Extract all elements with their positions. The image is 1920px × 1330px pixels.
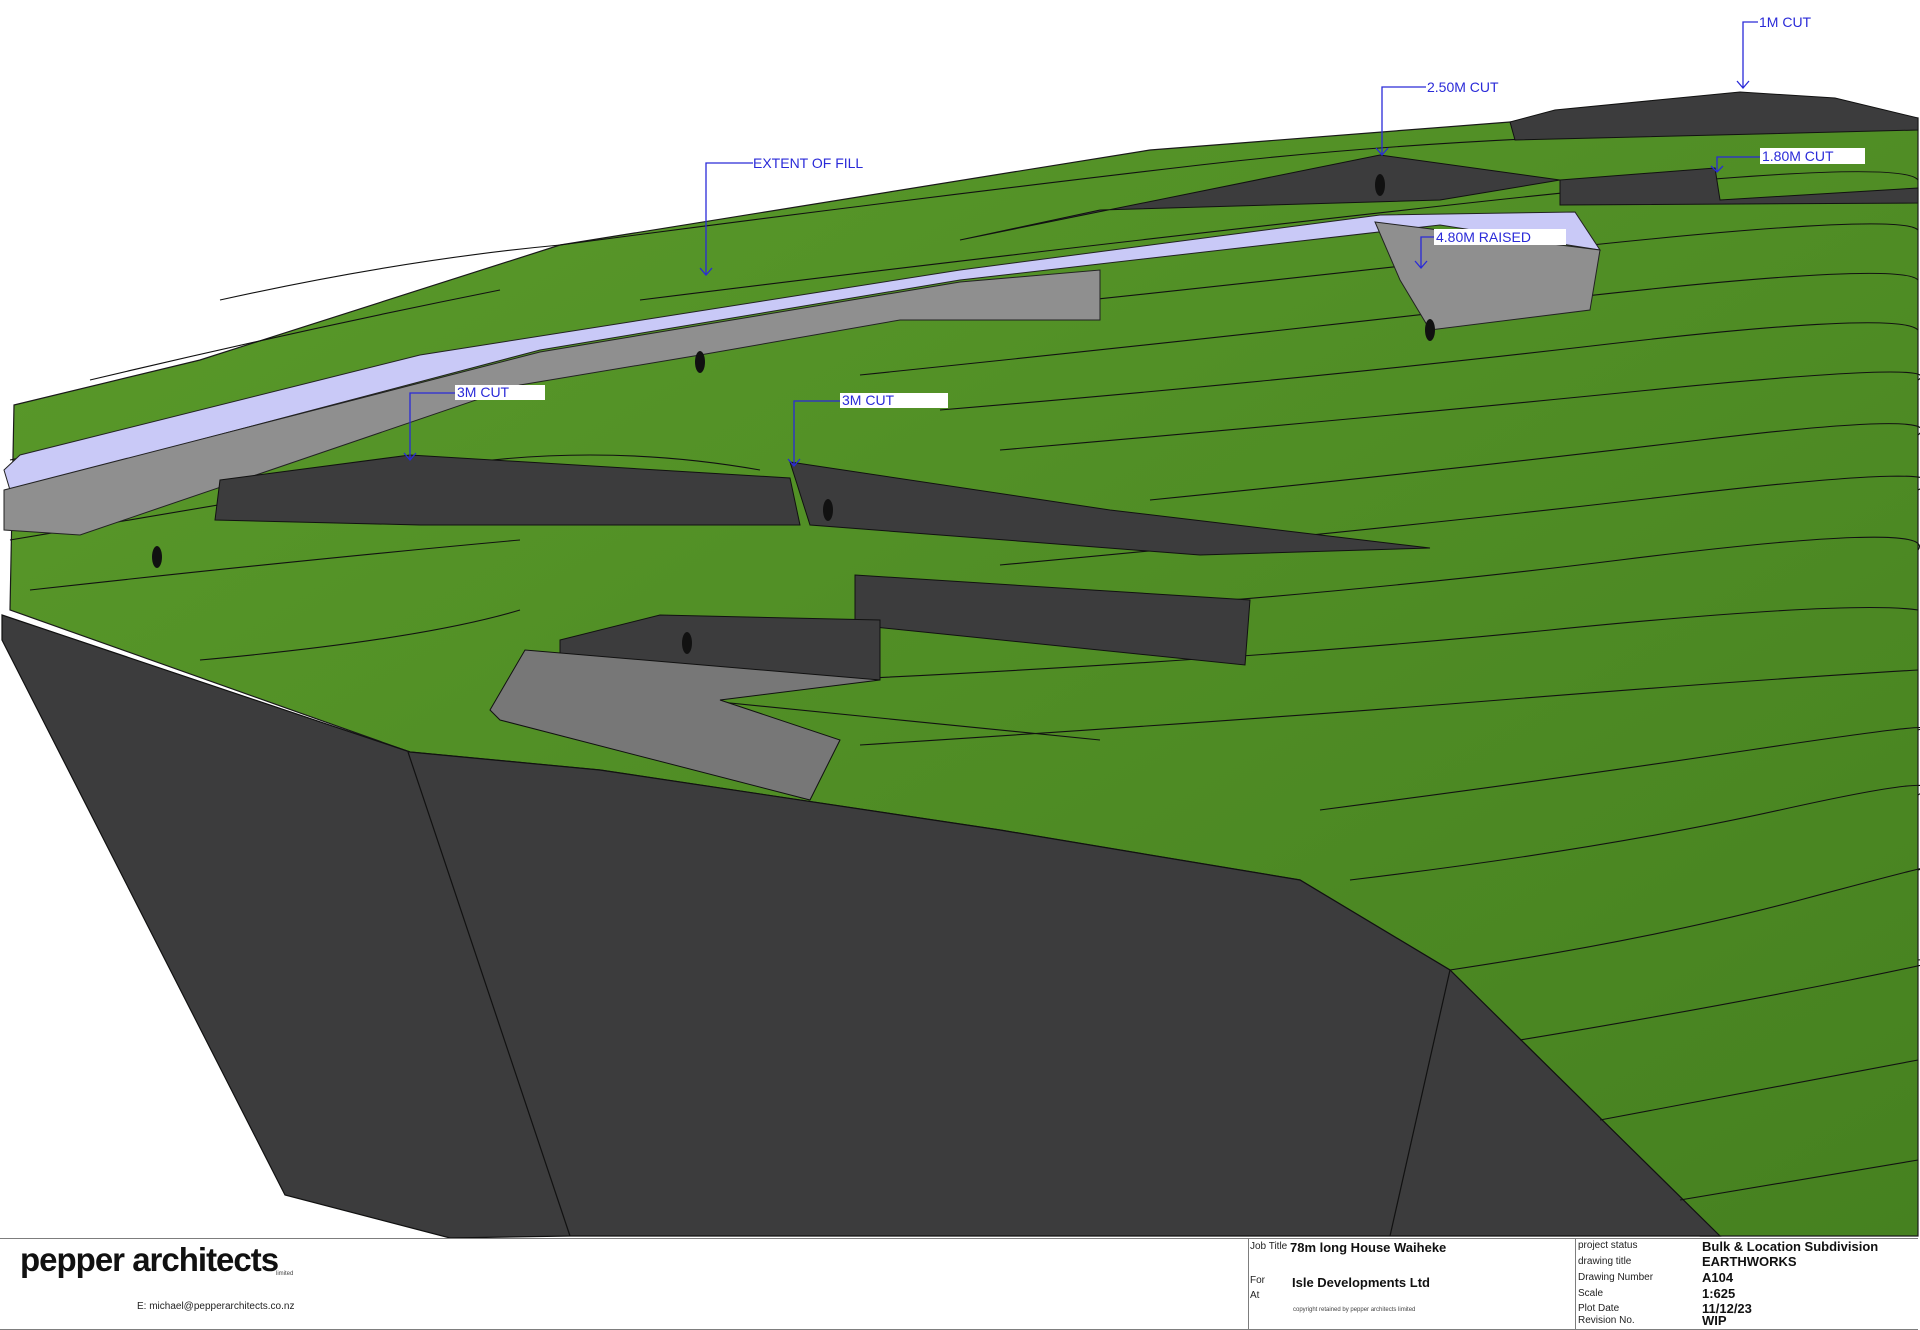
firm-email: E: michael@pepperarchitects.co.nz <box>137 1301 295 1312</box>
svg-text:EXTENT OF FILL: EXTENT OF FILL <box>753 155 863 171</box>
job-title-value: 78m long House Waiheke <box>1290 1240 1447 1255</box>
svg-text:3M CUT: 3M CUT <box>457 384 510 400</box>
drawing-title-label: drawing title <box>1578 1256 1632 1267</box>
revision-label: Revision No. <box>1578 1315 1635 1326</box>
project-status-value: Bulk & Location Subdivision <box>1702 1239 1879 1254</box>
drawing-number-label: Drawing Number <box>1578 1272 1654 1283</box>
job-title-label: Job Title <box>1250 1241 1288 1252</box>
callout-1m-cut: 1M CUT <box>1736 14 1812 89</box>
firm-suffix: limited <box>276 1271 294 1277</box>
svg-text:1M CUT: 1M CUT <box>1759 14 1812 30</box>
plot-date-label: Plot Date <box>1578 1303 1620 1314</box>
for-label: For <box>1250 1275 1265 1286</box>
svg-text:3M CUT: 3M CUT <box>842 392 895 408</box>
at-label: At <box>1250 1290 1260 1301</box>
svg-text:1.80M CUT: 1.80M CUT <box>1762 148 1834 164</box>
client-value: Isle Developments Ltd <box>1292 1275 1430 1290</box>
earthworks-3d-view: 1M CUT 2.50M CUT 1.80M CUT EXTENT OF FIL… <box>1 14 1920 1238</box>
title-block: pepper architects limited E: michael@pep… <box>0 1238 1918 1330</box>
firm-logo: pepper architects <box>20 1241 279 1278</box>
scale-value: 1:625 <box>1702 1286 1736 1301</box>
svg-text:4.80M RAISED: 4.80M RAISED <box>1436 229 1531 245</box>
drawing-number-value: A104 <box>1702 1270 1734 1285</box>
divider-right <box>1575 1239 1576 1329</box>
copyright-note: copyright retained by pepper architects … <box>1293 1307 1416 1313</box>
drawing-title-value: EARTHWORKS <box>1702 1254 1797 1269</box>
scale-label: Scale <box>1578 1288 1604 1299</box>
svg-text:2.50M CUT: 2.50M CUT <box>1427 79 1499 95</box>
divider-left <box>1248 1239 1249 1329</box>
project-status-label: project status <box>1578 1240 1638 1251</box>
revision-value: WIP <box>1702 1313 1727 1328</box>
